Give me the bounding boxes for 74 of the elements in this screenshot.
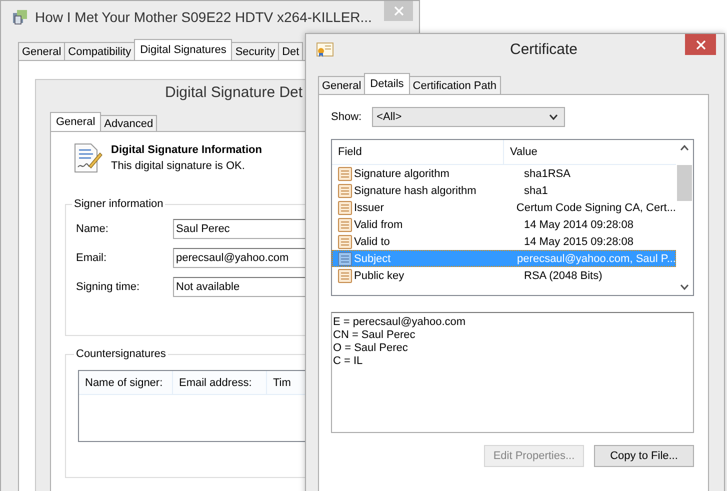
list-row[interactable]: Signature hash algorithm sha1 [332,182,676,199]
field-label: Email: [76,252,108,264]
tab[interactable]: General [18,42,66,60]
chevron-down-icon [548,114,558,120]
field-label: Signing time: [76,280,141,292]
scroll-down-icon[interactable] [680,284,689,290]
certificate-icon [316,42,334,58]
field-name: Issuer [354,202,385,214]
countersignature-list[interactable]: Name of signer: Email address: Tim [78,370,306,442]
scroll-up-icon[interactable] [680,145,689,151]
signed-document-icon [73,142,103,174]
tab[interactable]: Advanced [100,115,158,131]
dialog-title: Digital Signature Det [165,84,303,101]
status-text: This digital signature is OK. [111,160,246,172]
column-header[interactable]: Value [504,140,538,164]
column-header[interactable]: Email address: [173,371,267,394]
list-row[interactable]: Issuer Certum Code Signing CA, Cert... [332,199,676,216]
field-value: sha1 [523,184,548,196]
group-label: Signer information [73,198,164,210]
group-label: Countersignatures [75,348,167,360]
document-icon [338,200,352,214]
tab[interactable]: General [318,76,366,94]
tab[interactable]: General [50,112,102,131]
field-value: RSA (2048 Bits) [523,270,602,282]
close-icon [394,6,404,16]
read-only-field[interactable]: Not available [173,276,306,296]
list-row[interactable]: Public key RSA (2048 Bits) [332,267,676,284]
field-name: Public key [354,270,406,282]
document-icon [338,252,352,266]
read-only-field[interactable]: perecsaul@yahoo.com [173,248,306,268]
column-header[interactable]: Tim [267,371,306,394]
document-icon [338,184,352,198]
field-name: Valid from [354,218,404,230]
document-icon [338,166,352,180]
field-value: perecsaul@yahoo.com, Saul P... [516,252,676,264]
detail-line: O = Saul Perec [333,342,409,355]
list-row[interactable]: Valid from 14 May 2014 09:28:08 [332,216,676,233]
tab[interactable]: Certification Path [408,76,501,94]
detail-text-box[interactable]: E = perecsaul@yahoo.com CN = Saul Perec O = Saul Perec C = IL [331,312,694,433]
close-icon [696,40,706,50]
tab[interactable]: Security [231,42,280,60]
tab[interactable]: Digital Signatures [134,39,232,60]
field-value: 14 May 2015 09:28:08 [523,236,634,248]
window-title: How I Met Your Mother S09E22 HDTV x264-KILLER... [35,8,372,24]
show-label: Show: [331,111,362,123]
detail-line: E = perecsaul@yahoo.com [333,316,467,329]
list-row[interactable]: Valid to 14 May 2015 09:28:08 [332,233,676,250]
close-button[interactable] [685,34,716,55]
column-header[interactable]: Field [332,140,504,164]
detail-line: CN = Saul Perec [333,329,416,342]
list-row[interactable]: Signature algorithm sha1RSA [332,165,676,182]
field-name: Signature algorithm [354,168,450,180]
field-label: Name: [76,222,110,234]
field-value: Certum Code Signing CA, Cert... [515,202,676,214]
column-header[interactable]: Name of signer: [79,371,173,394]
scroll-thumb[interactable] [677,164,692,200]
setup-icon [11,8,29,26]
document-icon [338,234,352,248]
field-name: Subject [354,252,392,264]
document-icon [338,268,352,282]
detail-line: C = IL [333,355,364,368]
show-dropdown[interactable]: <All> [372,107,565,127]
window-title: Certificate [510,41,578,58]
field-name: Valid to [354,236,391,248]
tab[interactable]: Compatibility [64,42,136,60]
field-name: Signature hash algorithm [354,184,478,196]
field-value: sha1RSA [523,168,570,180]
read-only-field[interactable]: Saul Perec [173,218,306,238]
tab[interactable]: Det [278,42,304,60]
document-icon [338,218,352,232]
field-value: 14 May 2014 09:28:08 [523,218,634,230]
dialog-button[interactable]: Copy to File... [594,445,694,467]
tab[interactable]: Details [364,73,410,94]
info-heading: Digital Signature Information [111,144,262,156]
